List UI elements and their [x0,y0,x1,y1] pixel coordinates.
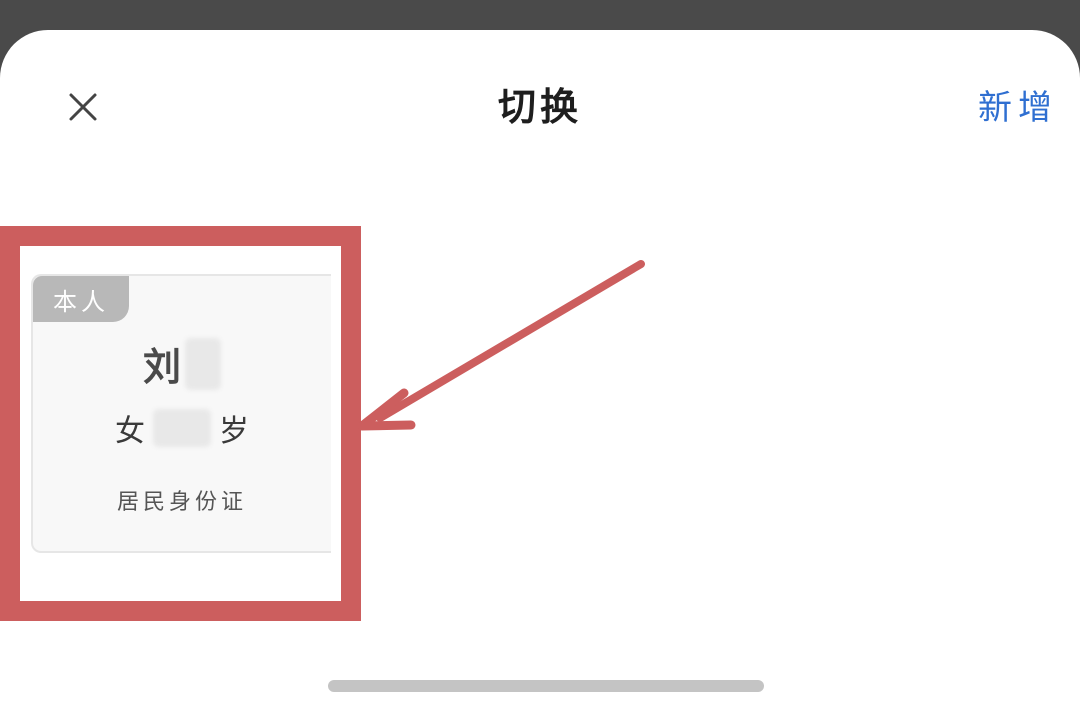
name-row: 刘 [33,336,331,391]
age-unit: 岁 [219,414,249,449]
page-title: 切换 [497,85,582,129]
name-redaction [185,337,221,390]
add-button[interactable]: 新增 [978,80,1058,129]
home-indicator[interactable] [328,680,764,692]
gender-age-row: 女 岁 [33,406,331,450]
age-redaction [153,409,211,447]
profile-card[interactable]: 本人 刘 女 岁 居民身份证 [31,274,331,553]
profile-name: 刘 [142,345,181,389]
gender-label: 女 [115,414,145,449]
id-type-label: 居民身份证 [116,490,247,515]
self-badge: 本人 [33,276,129,322]
